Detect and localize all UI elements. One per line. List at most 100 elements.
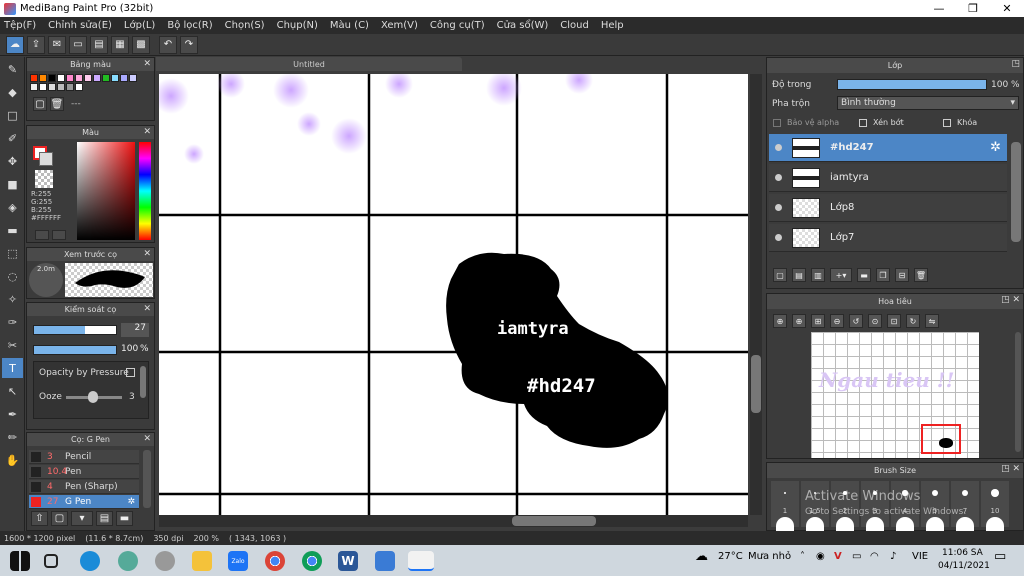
bucket-tool-icon[interactable]: ◈	[2, 197, 23, 217]
chrome-alt-icon[interactable]	[302, 551, 322, 571]
minimize-button[interactable]: —	[922, 0, 956, 17]
lasso-tool-icon[interactable]: ◌	[2, 266, 23, 286]
menu-filter[interactable]: Bộ lọc(R)	[167, 20, 212, 31]
move-tool-icon[interactable]: ✥	[2, 151, 23, 171]
ooze-slider-handle[interactable]	[88, 391, 98, 403]
menu-layer[interactable]: Lớp(L)	[124, 20, 155, 31]
brush-size-preset[interactable]: 4	[891, 481, 919, 531]
brush-settings-icon[interactable]: ▤	[96, 511, 113, 526]
zalo-app-icon[interactable]: Zalo	[228, 551, 248, 571]
expand-icon[interactable]: ◳ ✕	[1001, 464, 1020, 474]
color-swatch[interactable]	[66, 74, 74, 82]
menu-window[interactable]: Cửa sổ(W)	[497, 20, 549, 31]
photos-icon[interactable]	[375, 551, 395, 571]
menu-snap[interactable]: Chụp(N)	[277, 20, 318, 31]
clock-date[interactable]: 04/11/2021	[938, 561, 990, 571]
background-color-swatch[interactable]	[39, 152, 53, 166]
color-swatch[interactable]	[30, 83, 38, 91]
weather-temp[interactable]: 27°C	[718, 551, 743, 562]
grid-icon[interactable]: ▩	[132, 35, 150, 54]
canvas-horizontal-scroll-thumb[interactable]	[512, 516, 596, 526]
new-8bit-layer-icon[interactable]: ▤	[792, 268, 806, 282]
color-swatch[interactable]	[66, 83, 74, 91]
color-swatch[interactable]	[30, 74, 38, 82]
new-layer-icon[interactable]: ▢	[773, 268, 787, 282]
protect-alpha-checkbox[interactable]	[773, 118, 781, 127]
language-indicator[interactable]: VIE	[912, 551, 928, 562]
close-icon[interactable]: ✕	[143, 59, 151, 69]
weather-icon[interactable]: ☁	[695, 549, 708, 564]
menu-select[interactable]: Chọn(S)	[225, 20, 265, 31]
menu-tools[interactable]: Công cụ(T)	[430, 20, 485, 31]
rectangle-tool-icon[interactable]: □	[2, 105, 23, 125]
add-layer-menu-icon[interactable]: +▾	[830, 268, 852, 282]
color-swatch[interactable]	[57, 83, 65, 91]
transparent-color-swatch[interactable]	[35, 170, 53, 188]
color-swatch[interactable]	[129, 74, 137, 82]
color-swatch[interactable]	[84, 74, 92, 82]
fit-width-icon[interactable]: ⊡	[887, 314, 901, 328]
menu-edit[interactable]: Chỉnh sửa(E)	[48, 20, 112, 31]
brush-size-slider[interactable]	[33, 325, 117, 335]
visibility-eye-icon[interactable]	[775, 174, 782, 181]
document-tab[interactable]: Untitled	[156, 57, 462, 71]
brush-list-item[interactable]: 3 Pencil	[29, 450, 139, 464]
delete-layer-icon[interactable]: 🗑	[914, 268, 928, 282]
color-swatch[interactable]	[48, 83, 56, 91]
color-swatch[interactable]	[93, 74, 101, 82]
task-view-icon[interactable]	[44, 554, 58, 568]
add-brush-icon[interactable]: ⇧	[31, 511, 48, 526]
select-pen-tool-icon[interactable]: ✑	[2, 312, 23, 332]
color-mode-icon[interactable]	[35, 230, 49, 240]
new-brush-icon[interactable]: ▢	[51, 511, 68, 526]
comment-icon[interactable]: ✉	[48, 35, 66, 54]
volume-icon[interactable]: ♪	[890, 551, 896, 562]
lock-checkbox[interactable]	[943, 118, 951, 127]
chat-icon[interactable]: ▭	[69, 35, 87, 54]
close-icon[interactable]: ✕	[143, 434, 151, 444]
brush-menu-icon[interactable]: ▾	[71, 511, 93, 526]
delete-palette-icon[interactable]: 🗑	[50, 97, 64, 111]
brush-size-value[interactable]: 27	[121, 323, 149, 337]
network-icon[interactable]: ▭	[852, 551, 861, 562]
dot-tool-icon[interactable]: ✐	[2, 128, 23, 148]
share-icon[interactable]: ⇪	[27, 35, 45, 54]
color-swatch[interactable]	[39, 74, 47, 82]
visibility-eye-icon[interactable]	[775, 204, 782, 211]
weather-desc[interactable]: Mưa nhỏ	[748, 551, 791, 562]
notification-icon[interactable]: ▭	[994, 549, 1006, 564]
merge-layer-icon[interactable]: ⊟	[895, 268, 909, 282]
brush-tool-icon[interactable]: ✎	[2, 59, 23, 79]
canvas-vertical-scrollbar[interactable]	[750, 74, 762, 515]
brush-size-preset[interactable]: 10	[981, 481, 1009, 531]
rotate-left-icon[interactable]: ↺	[849, 314, 863, 328]
navigator-scrollbar[interactable]	[1015, 332, 1021, 452]
layer-folder-icon[interactable]: ▬	[857, 268, 871, 282]
zoom-in-alt-icon[interactable]: ⊕	[792, 314, 806, 328]
hand-tool-icon[interactable]: ✋	[2, 450, 23, 470]
layer-row[interactable]: iamtyra	[769, 164, 1007, 192]
close-button[interactable]: ✕	[990, 0, 1024, 17]
menu-view[interactable]: Xem(V)	[381, 20, 418, 31]
saturation-brightness-picker[interactable]	[77, 142, 135, 240]
zoom-out-icon[interactable]: ⊖	[830, 314, 844, 328]
brush-size-preset[interactable]: 5	[921, 481, 949, 531]
brush-opacity-slider[interactable]	[33, 345, 117, 355]
brush-list-item[interactable]: 27 G Pen ✲	[29, 495, 139, 509]
maximize-button[interactable]: ❐	[956, 0, 990, 17]
menu-cloud[interactable]: Cloud	[560, 20, 589, 31]
edge-browser-icon[interactable]	[80, 551, 100, 571]
pinned-app-icon[interactable]	[118, 551, 138, 571]
word-icon[interactable]: W	[338, 551, 358, 571]
visibility-eye-icon[interactable]	[775, 144, 782, 151]
menu-file[interactable]: Tệp(F)	[4, 20, 36, 31]
pinned-app-2-icon[interactable]	[155, 551, 175, 571]
redo-icon[interactable]: ↷	[180, 35, 198, 54]
undo-icon[interactable]: ↶	[159, 35, 177, 54]
operation-tool-icon[interactable]: ↖	[2, 381, 23, 401]
text-tool-icon[interactable]: T	[2, 358, 23, 378]
tray-app-icon[interactable]: ◉	[816, 551, 825, 562]
menu-help[interactable]: Help	[601, 20, 624, 31]
opacity-by-pressure-checkbox[interactable]	[126, 368, 135, 377]
canvas-vertical-scroll-thumb[interactable]	[751, 355, 761, 413]
